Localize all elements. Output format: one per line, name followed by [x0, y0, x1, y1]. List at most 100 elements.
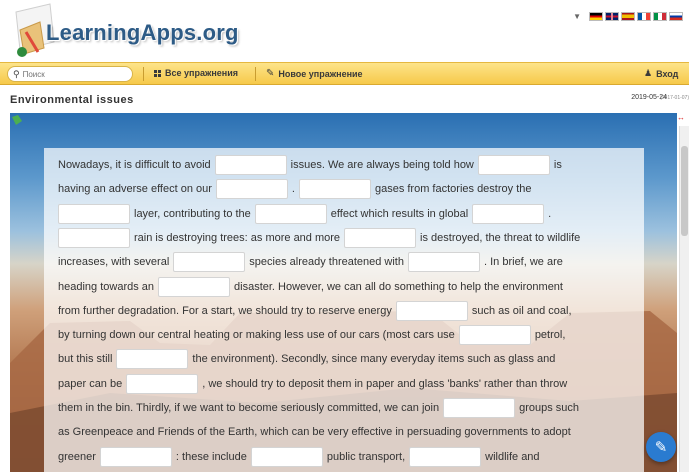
- cloze-line: as Greenpeace and Friends of the Earth, …: [44, 421, 644, 443]
- cloze-text: .: [548, 207, 552, 220]
- answer-gap-input[interactable]: [254, 203, 327, 224]
- cloze-text: : these include: [175, 450, 247, 463]
- app-title-row: Environmental issues 2019-05-24 (2017-01…: [0, 86, 689, 112]
- answer-gap-input[interactable]: [99, 446, 172, 467]
- cloze-text: from further degradation. For a start, w…: [58, 304, 392, 317]
- cloze-text: disaster. However, we can all do somethi…: [234, 280, 563, 293]
- cloze-text: greener: [58, 450, 96, 463]
- cloze-text: as Greenpeace and Friends of the Earth, …: [58, 426, 571, 439]
- main-navbar: ⚲ Все упражнения ✎ Новое упражнение ♟ Вх…: [0, 62, 689, 85]
- cloze-text: layer, contributing to the: [134, 207, 251, 220]
- spanish-flag-icon[interactable]: [621, 12, 635, 21]
- language-dropdown-icon[interactable]: ▼: [573, 12, 581, 21]
- scrollbar-thumb[interactable]: [681, 146, 688, 236]
- cloze-text-panel: Nowadays, it is difficult to avoid issues…: [44, 148, 644, 472]
- cloze-line: having an adverse effect on our. gases fr…: [44, 178, 644, 200]
- cloze-text: heading towards an: [58, 280, 155, 293]
- answer-gap-input[interactable]: [458, 325, 531, 346]
- created-date: (2017-01-07): [660, 95, 689, 101]
- page-scrollbar[interactable]: [679, 126, 689, 472]
- cloze-text: by turning down our central heating or m…: [58, 329, 455, 342]
- cloze-text: effect which results in global: [330, 207, 469, 220]
- language-bar: ▼: [573, 12, 683, 21]
- answer-gap-input[interactable]: [443, 398, 516, 418]
- cloze-text: the environment). Secondly, since many e…: [192, 353, 556, 366]
- answer-gap-input[interactable]: [214, 155, 287, 175]
- check-icon: ✎: [654, 439, 668, 456]
- app-pin-icon[interactable]: [12, 115, 22, 125]
- cloze-text: public transport,: [326, 450, 406, 463]
- search-icon[interactable]: ⚲: [13, 69, 20, 80]
- cloze-text: is: [553, 159, 562, 171]
- cloze-text: is destroyed, the threat to wildlife: [420, 231, 581, 244]
- cloze-line: by turning down our central heating or m…: [44, 324, 644, 346]
- cloze-line: them in the bin. Thirdly, if we want to …: [44, 397, 644, 419]
- fullscreen-icon[interactable]: ↔: [677, 113, 685, 122]
- cloze-text: petrol,: [534, 329, 566, 342]
- cloze-text: having an adverse effect on our: [58, 183, 212, 196]
- uk-flag-icon[interactable]: [605, 12, 619, 21]
- cloze-line: heading towards an disaster. However, we …: [44, 276, 644, 298]
- site-header: LearningApps.org ▼: [0, 0, 689, 62]
- cloze-text: species already threatened with: [249, 256, 404, 269]
- check-answers-button[interactable]: ✎: [646, 432, 676, 462]
- cloze-line: greener : these include public transport, w…: [44, 446, 644, 468]
- cloze-text: increases, with several: [58, 256, 170, 269]
- cloze-text: groups such: [519, 402, 580, 414]
- cloze-text: .: [291, 183, 295, 196]
- answer-gap-input[interactable]: [158, 276, 231, 297]
- nav-divider: [143, 67, 144, 81]
- site-logo[interactable]: LearningApps.org: [46, 20, 239, 46]
- all-exercises-label: Все упражнения: [165, 68, 238, 78]
- answer-gap-input[interactable]: [408, 252, 480, 273]
- all-exercises-link[interactable]: Все упражнения: [154, 68, 238, 78]
- cloze-text: . In brief, we are: [484, 256, 563, 269]
- cloze-line: Nowadays, it is difficult to avoid issues…: [44, 154, 644, 176]
- answer-gap-input[interactable]: [472, 203, 545, 224]
- cloze-text: wildlife and: [485, 450, 540, 463]
- login-label: Вход: [656, 68, 679, 79]
- cloze-text: , we should try to deposit them in paper…: [202, 377, 568, 390]
- cloze-line: but this still the environment). Secondly…: [44, 348, 644, 370]
- search-input[interactable]: [22, 69, 123, 79]
- answer-gap-input[interactable]: [215, 179, 288, 200]
- answer-gap-input[interactable]: [409, 446, 482, 467]
- answer-gap-input[interactable]: [58, 227, 130, 248]
- search-box: ⚲: [7, 66, 133, 82]
- cloze-text: rain is destroying trees: as more and mo…: [134, 231, 341, 244]
- cloze-line: layer, contributing to the effect which r…: [44, 203, 644, 225]
- cloze-text: issues. We are always being told how: [290, 159, 474, 171]
- answer-gap-input[interactable]: [344, 227, 417, 248]
- cloze-text: paper can be: [58, 377, 123, 390]
- page-title: Environmental issues: [10, 94, 134, 106]
- answer-gap-input[interactable]: [395, 300, 468, 321]
- answer-gap-input[interactable]: [477, 155, 550, 175]
- exercise-area: Nowadays, it is difficult to avoid issues…: [10, 113, 677, 472]
- answer-gap-input[interactable]: [173, 252, 246, 273]
- grid-icon: [154, 69, 161, 77]
- cloze-text: such as oil and coal,: [471, 304, 572, 317]
- learningapps-page: LearningApps.org ▼ ⚲ Все упражнения ✎ Но…: [0, 0, 689, 472]
- cloze-line: paper can be , we should try to deposit t…: [44, 373, 644, 395]
- russian-flag-icon[interactable]: [669, 12, 683, 21]
- cloze-text: them in the bin. Thirdly, if we want to …: [58, 402, 440, 414]
- cloze-line: from further degradation. For a start, w…: [44, 300, 644, 322]
- french-flag-icon[interactable]: [637, 12, 651, 21]
- cloze-text: but this still: [58, 353, 113, 366]
- answer-gap-input[interactable]: [58, 203, 130, 224]
- cloze-text: gases from factories destroy the: [374, 183, 532, 196]
- italian-flag-icon[interactable]: [653, 12, 667, 21]
- answer-gap-input[interactable]: [116, 349, 189, 370]
- cloze-line: increases, with several species already t…: [44, 251, 644, 273]
- german-flag-icon[interactable]: [589, 12, 603, 21]
- answer-gap-input[interactable]: [250, 446, 323, 467]
- answer-gap-input[interactable]: [298, 179, 371, 200]
- new-exercise-link[interactable]: ✎ Новое упражнение: [266, 68, 363, 79]
- pencil-icon: ✎: [266, 68, 275, 79]
- new-exercise-label: Новое упражнение: [278, 68, 363, 79]
- cloze-line: rain is destroying trees: as more and mo…: [44, 227, 644, 249]
- login-link[interactable]: ♟ Вход: [644, 68, 678, 79]
- cloze-text: Nowadays, it is difficult to avoid: [58, 159, 211, 171]
- user-icon: ♟: [644, 68, 653, 78]
- answer-gap-input[interactable]: [126, 373, 199, 394]
